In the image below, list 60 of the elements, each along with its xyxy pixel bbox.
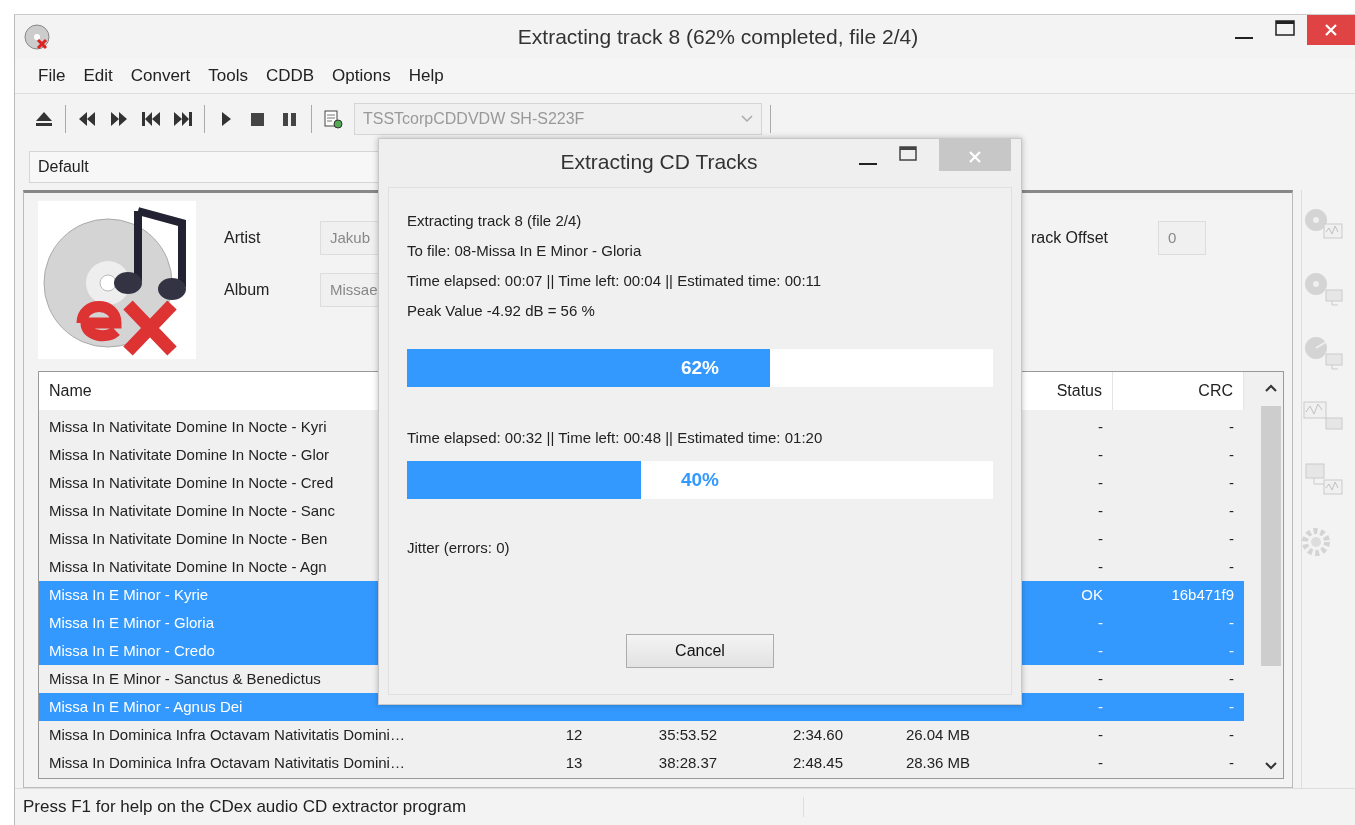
table-cell-text: - — [1097, 445, 1104, 465]
field-label: Artist — [224, 229, 262, 247]
table-cell-text: - — [1228, 641, 1235, 661]
field-label: rack Offset — [1030, 228, 1108, 248]
table-cell-text: Missa In Nativitate Domine In Nocte - Glor — [48, 445, 331, 465]
table-cell-text: 2:34.60 — [791, 725, 844, 745]
table-cell-text: Missa In Nativitate Domine In Nocte - Ben — [48, 529, 329, 549]
progress-info-text: Peak Value -4.92 dB = 56 % — [407, 301, 596, 321]
dialog-title: Extracting CD Tracks — [559, 150, 759, 174]
table-cell-text: Missa In E Minor - Gloria — [48, 613, 216, 633]
table-cell-text: - — [1097, 473, 1104, 493]
table-cell-text: - — [1228, 445, 1235, 465]
table-cell-text: - — [1097, 501, 1104, 521]
table-cell-text: - — [1097, 557, 1104, 577]
table-cell-text: - — [1228, 697, 1235, 717]
table-cell-text: - — [1228, 473, 1235, 493]
table-cell-text: - — [1228, 417, 1235, 437]
table-cell-text: - — [1228, 501, 1235, 521]
progress-info-text: Time elapsed: 00:07 || Time left: 00:04 || Estimated time: 00:11 — [407, 271, 823, 291]
jitter-text: Jitter (errors: 0) — [407, 538, 511, 558]
table-cell-text: - — [1097, 641, 1104, 661]
table-cell-text: Missa In Dominica Infra Octavam Nativitatis Domini… — [48, 753, 406, 773]
status-bar-text: Press F1 for help on the CDex audio CD extractor program — [15, 797, 804, 817]
field-label: Album — [224, 281, 271, 299]
table-cell-text: - — [1097, 697, 1104, 717]
progress-info-text: To file: 08-Missa In E Minor - Gloria — [407, 241, 643, 261]
table-cell-text: - — [1097, 725, 1104, 745]
table-cell-text: - — [1097, 529, 1104, 549]
table-cell-text: - — [1097, 669, 1104, 689]
table-cell-text: - — [1228, 669, 1235, 689]
table-cell-text: Missa In E Minor - Credo — [48, 641, 216, 661]
table-cell-text: Missa In E Minor - Kyrie — [48, 585, 210, 605]
table-cell-text: - — [1228, 557, 1235, 577]
table-cell-text: 2:48.45 — [791, 753, 844, 773]
table-cell-text: OK — [1080, 585, 1104, 605]
table-cell-text: 13 — [564, 753, 584, 773]
progress-percent: 62% — [681, 357, 719, 379]
table-cell-text: - — [1097, 417, 1104, 437]
table-cell-text: Missa In Dominica Infra Octavam Nativitatis Domini… — [48, 725, 406, 745]
table-cell-text: - — [1228, 613, 1235, 633]
window-title: Extracting track 8 (62% completed, file 2/4) — [516, 25, 920, 49]
table-cell-text: Missa In Nativitate Domine In Nocte - Sanc — [48, 501, 336, 521]
progress-percent: 40% — [681, 469, 719, 491]
table-cell-text: Missa In E Minor - Agnus Dei — [48, 697, 244, 717]
table-cell-text: 26.04 MB — [904, 725, 972, 745]
total-time-text: Time elapsed: 00:32 || Time left: 00:48 || Estimated time: 01:20 — [407, 428, 824, 448]
table-cell-text: - — [1228, 753, 1235, 773]
table-cell-text: - — [1228, 529, 1235, 549]
table-cell-text: - — [1097, 753, 1104, 773]
table-cell-text: 12 — [564, 725, 584, 745]
table-cell-text: Missa In Nativitate Domine In Nocte - Agn — [48, 557, 328, 577]
table-cell-text: 16b471f9 — [1170, 585, 1235, 605]
progress-info-text: Extracting track 8 (file 2/4) — [407, 211, 583, 231]
table-cell-text: - — [1228, 725, 1235, 745]
table-cell-text: 38:28.37 — [657, 753, 719, 773]
table-cell-text: 28.36 MB — [904, 753, 972, 773]
table-cell-text: 35:53.52 — [657, 725, 719, 745]
table-cell-text: Missa In E Minor - Sanctus & Benedictus — [48, 669, 322, 689]
table-cell-text: Missa In Nativitate Domine In Nocte - Kyri — [48, 417, 328, 437]
table-cell-text: - — [1097, 613, 1104, 633]
